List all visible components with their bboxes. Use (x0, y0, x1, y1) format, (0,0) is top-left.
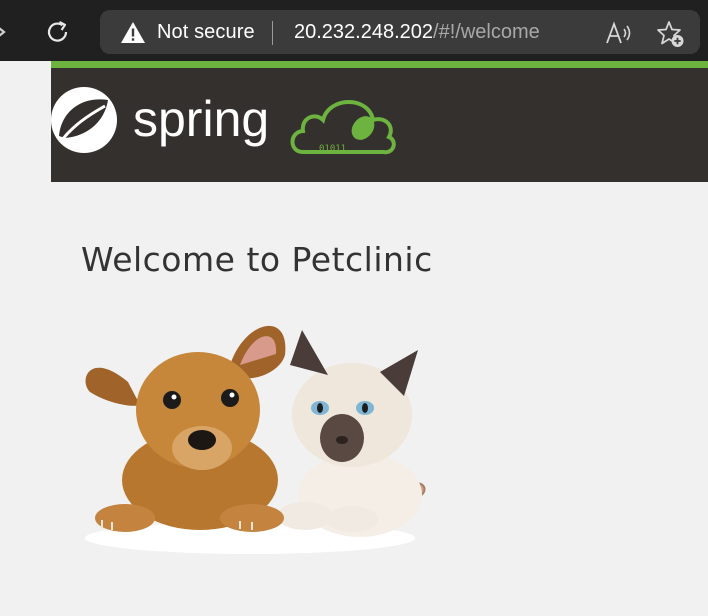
logo-binary-text: 01011 (319, 144, 346, 154)
page-title: Welcome to Petclinic (81, 240, 433, 279)
back-arrow-icon[interactable] (0, 20, 6, 44)
warning-icon[interactable] (120, 21, 146, 44)
spring-logo[interactable]: spring 01011 (51, 84, 401, 156)
address-divider (272, 21, 273, 45)
add-favorite-icon[interactable] (656, 19, 686, 49)
read-aloud-icon[interactable] (605, 21, 633, 45)
browser-toolbar: Not secure 20.232.248.202/#!/welcome (0, 0, 708, 61)
spring-wordmark: spring (133, 91, 269, 147)
url-host: 20.232.248.202 (294, 21, 434, 43)
security-status-label[interactable]: Not secure (157, 21, 255, 44)
navbar-accent-line (51, 61, 708, 68)
url-text[interactable]: 20.232.248.202/#!/welcome (294, 21, 540, 44)
url-path: /#!/welcome (433, 21, 540, 43)
address-bar[interactable]: Not secure 20.232.248.202/#!/welcome (100, 10, 700, 54)
navbar: spring 01011 (51, 68, 708, 182)
pets-image (85, 325, 426, 554)
reload-icon[interactable] (44, 18, 72, 46)
